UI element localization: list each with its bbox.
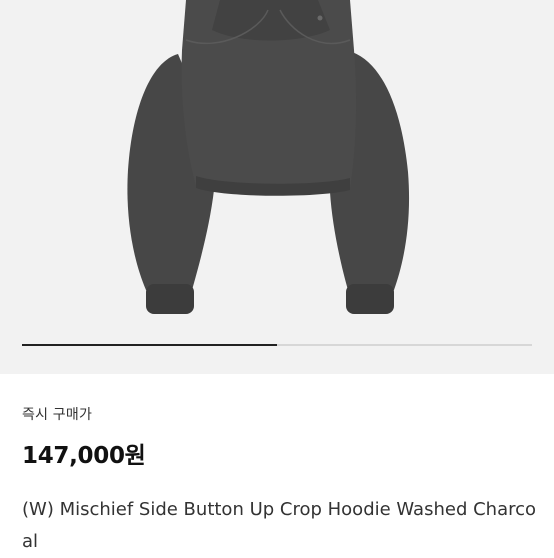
product-title[interactable]: (W) Mischief Side Button Up Crop Hoodie … — [22, 494, 542, 558]
carousel-progress-track — [22, 344, 532, 346]
carousel-progress-bar — [22, 344, 277, 346]
hood — [212, 0, 330, 41]
product-photo — [127, 0, 410, 314]
right-cuff — [346, 284, 394, 314]
price-label: 즉시 구매가 — [22, 407, 93, 423]
product-image-area[interactable] — [0, 0, 554, 374]
left-cuff — [146, 284, 194, 314]
price: 147,000원 — [22, 443, 146, 469]
